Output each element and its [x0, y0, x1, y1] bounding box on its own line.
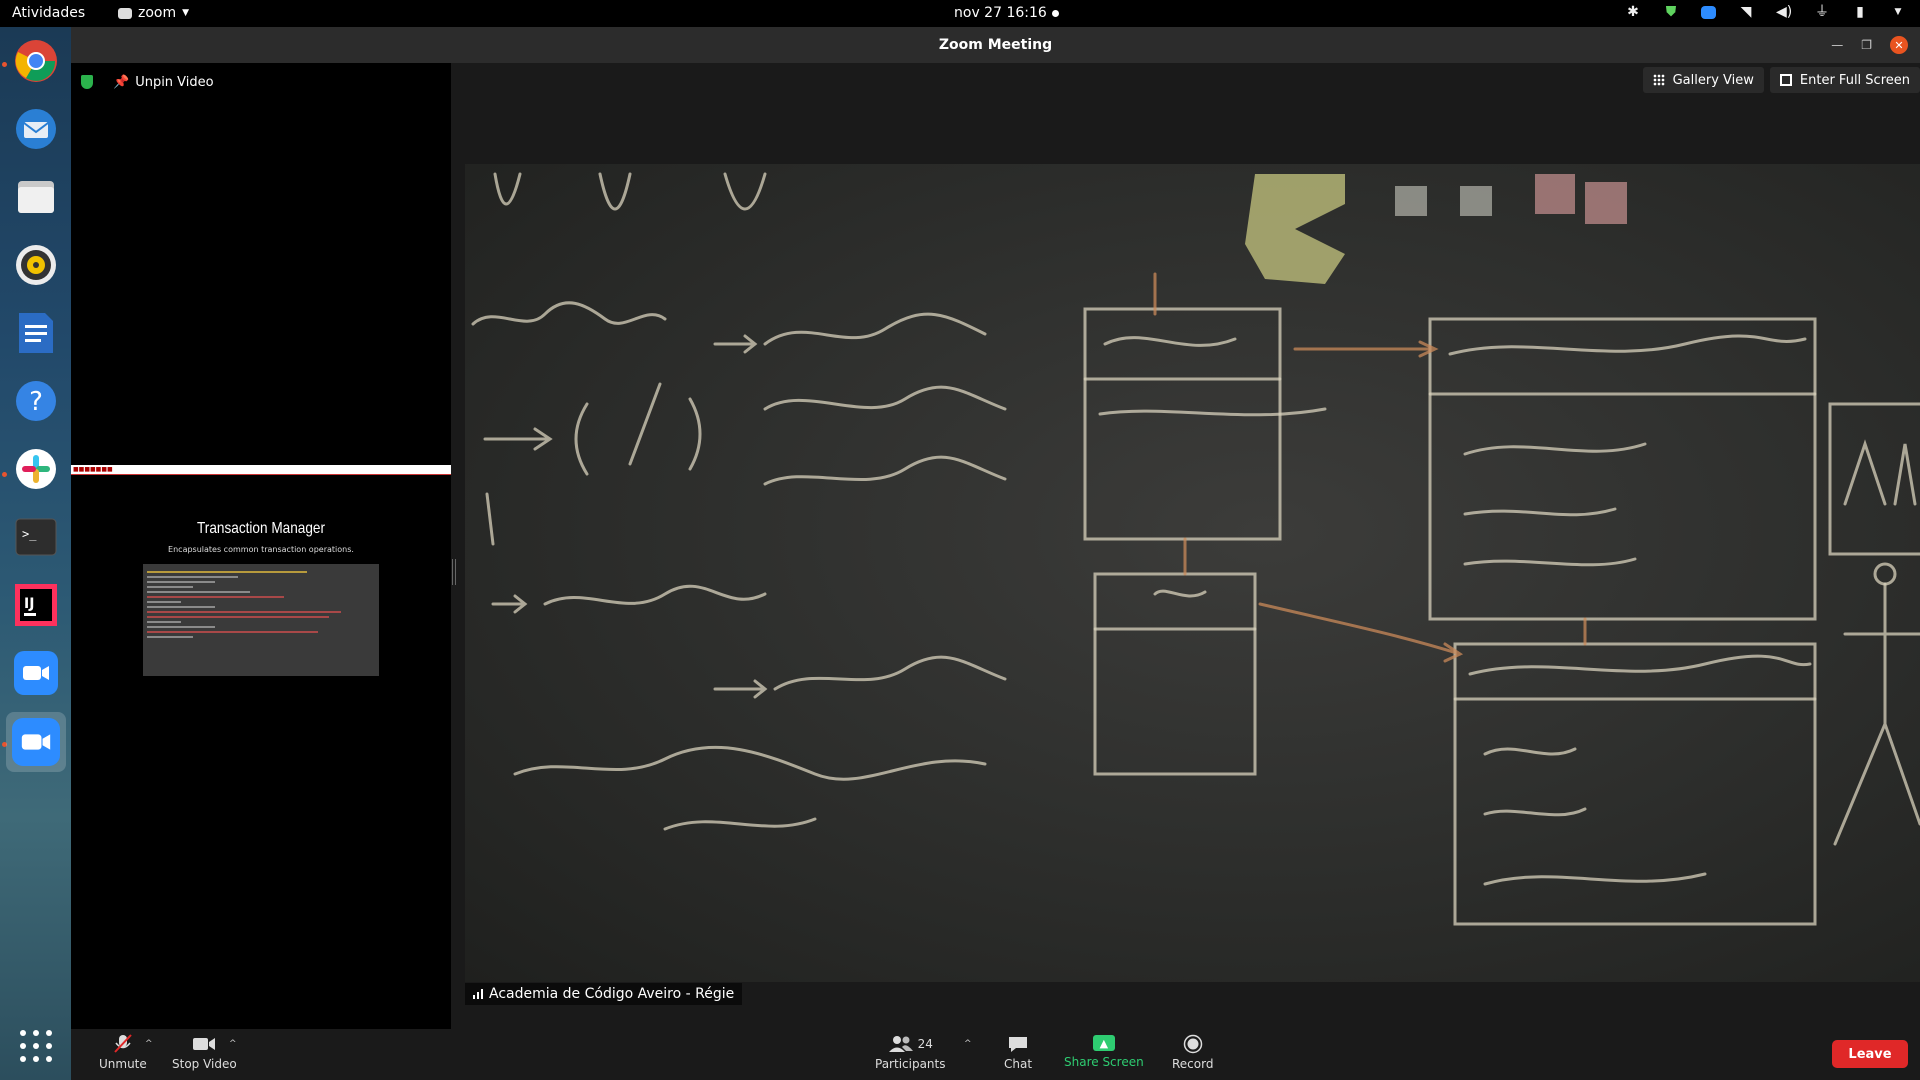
svg-text:?: ?	[29, 387, 43, 417]
zoom-window: Zoom Meeting — ❐ ✕ 📌 Unpin Video ■■■■■■■…	[71, 27, 1920, 1080]
shared-screen-header: ■■■■■■■	[71, 465, 451, 475]
close-icon[interactable]: ✕	[1890, 36, 1908, 54]
participants-icon: 24	[888, 1035, 933, 1053]
unpin-video-label: Unpin Video	[135, 75, 214, 90]
shield-tray-icon[interactable]: ⛊	[1663, 4, 1679, 20]
signal-strength-icon	[473, 989, 483, 999]
leave-button[interactable]: Leave	[1832, 1040, 1908, 1068]
restore-icon[interactable]: ❐	[1861, 38, 1872, 52]
chalkboard-drawing	[471, 172, 1920, 926]
rhythmbox-icon[interactable]	[12, 241, 60, 289]
gallery-view-label: Gallery View	[1672, 72, 1754, 88]
intellij-icon[interactable]: IJ	[12, 581, 60, 629]
audio-options-chevron-icon[interactable]: ^	[145, 1039, 153, 1049]
participants-count: 24	[917, 1037, 933, 1051]
chat-bubble-icon	[1007, 1035, 1029, 1053]
app-menu[interactable]: zoom ▼	[118, 5, 189, 21]
svg-text:IJ: IJ	[24, 596, 34, 612]
view-controls: Gallery View Enter Full Screen	[1642, 67, 1920, 93]
svg-text:>_: >_	[22, 527, 37, 541]
grid-icon	[1652, 74, 1665, 86]
panel-resize-handle[interactable]	[452, 559, 456, 585]
microphone-muted-icon	[112, 1034, 134, 1053]
video-options-chevron-icon[interactable]: ^	[229, 1039, 237, 1049]
slide-title: Transaction Manager	[196, 520, 326, 537]
pin-icon: 📌	[113, 75, 130, 90]
volume-icon[interactable]: ◀)	[1776, 4, 1792, 20]
chevron-down-icon[interactable]: ▼	[1890, 4, 1906, 20]
active-speaker-video[interactable]	[465, 164, 1920, 982]
slack-tray-icon[interactable]: ✱	[1625, 4, 1641, 20]
chat-label: Chat	[1004, 1057, 1033, 1071]
meeting-toolbar: Unmute ^ Stop Video ^ 24 Participants ^ …	[71, 1029, 1920, 1080]
chat-button[interactable]: Chat	[1004, 1035, 1032, 1071]
microphone-icon[interactable]: ⏚	[1814, 4, 1830, 20]
enter-full-screen-label: Enter Full Screen	[1799, 72, 1910, 88]
share-screen-button[interactable]: ▲ Share Screen	[1064, 1035, 1144, 1069]
notification-dot	[1052, 10, 1059, 17]
participants-button[interactable]: 24 Participants	[875, 1035, 946, 1071]
help-icon[interactable]: ?	[12, 377, 60, 425]
minimize-icon[interactable]: —	[1831, 38, 1843, 52]
participant-name-tag: Academia de Código Aveiro - Régie	[465, 983, 743, 1005]
video-camera-icon	[192, 1035, 216, 1053]
system-tray[interactable]: ✱ ⛊ ◥ ◀) ⏚ ▮ ▼	[1625, 4, 1906, 20]
shared-screen-badge-icon: ■■■■■■■	[73, 466, 113, 473]
running-indicator	[2, 62, 7, 67]
clock[interactable]: nov 27 16:16	[954, 5, 1047, 21]
running-indicator	[2, 472, 7, 477]
files-icon[interactable]	[12, 173, 60, 221]
unmute-button[interactable]: Unmute	[99, 1034, 147, 1071]
zoom-icon[interactable]	[12, 649, 60, 697]
record-button[interactable]: Record	[1172, 1034, 1214, 1071]
fullscreen-icon	[1779, 74, 1792, 86]
slack-icon[interactable]	[12, 445, 60, 493]
encryption-shield-icon[interactable]	[81, 75, 93, 89]
participant-name: Academia de Código Aveiro - Régie	[489, 986, 735, 1002]
zoom-meeting-icon[interactable]	[6, 712, 66, 772]
chevron-down-icon: ▼	[182, 8, 190, 18]
writer-icon[interactable]	[12, 309, 60, 357]
side-panel: 📌 Unpin Video ■■■■■■■ Transaction Manage…	[71, 63, 451, 1029]
participants-label: Participants	[875, 1057, 946, 1071]
app-menu-label: zoom	[138, 5, 177, 21]
unmute-label: Unmute	[99, 1057, 147, 1071]
gallery-view-button[interactable]: Gallery View	[1642, 67, 1764, 93]
terminal-icon[interactable]: >_	[12, 513, 60, 561]
slide-code-snippet	[143, 564, 379, 676]
show-applications-icon[interactable]	[20, 1030, 52, 1062]
chrome-icon[interactable]	[12, 37, 60, 85]
stop-video-label: Stop Video	[172, 1057, 237, 1071]
participants-options-chevron-icon[interactable]: ^	[964, 1039, 972, 1049]
dock: ? >_ IJ	[0, 27, 71, 1080]
share-screen-label: Share Screen	[1064, 1055, 1144, 1069]
wifi-icon[interactable]: ◥	[1738, 4, 1754, 20]
record-icon	[1183, 1034, 1203, 1054]
window-titlebar[interactable]: Zoom Meeting — ❐ ✕	[71, 27, 1920, 63]
record-label: Record	[1172, 1057, 1214, 1071]
zoom-app-icon	[118, 7, 132, 19]
enter-full-screen-button[interactable]: Enter Full Screen	[1769, 67, 1920, 93]
stop-video-button[interactable]: Stop Video	[172, 1035, 237, 1071]
battery-icon[interactable]: ▮	[1852, 4, 1868, 20]
zoom-tray-icon[interactable]	[1701, 5, 1716, 19]
share-screen-icon: ▲	[1092, 1035, 1115, 1051]
slide-subtitle: Encapsulates common transaction operatio…	[168, 545, 354, 554]
activities-button[interactable]: Atividades	[12, 5, 85, 21]
system-top-bar: Atividades zoom ▼ nov 27 16:16 ✱ ⛊ ◥ ◀) …	[0, 0, 1920, 27]
thunderbird-icon[interactable]	[12, 105, 60, 153]
window-title: Zoom Meeting	[938, 37, 1053, 53]
unpin-video-button[interactable]: 📌 Unpin Video	[113, 75, 214, 90]
